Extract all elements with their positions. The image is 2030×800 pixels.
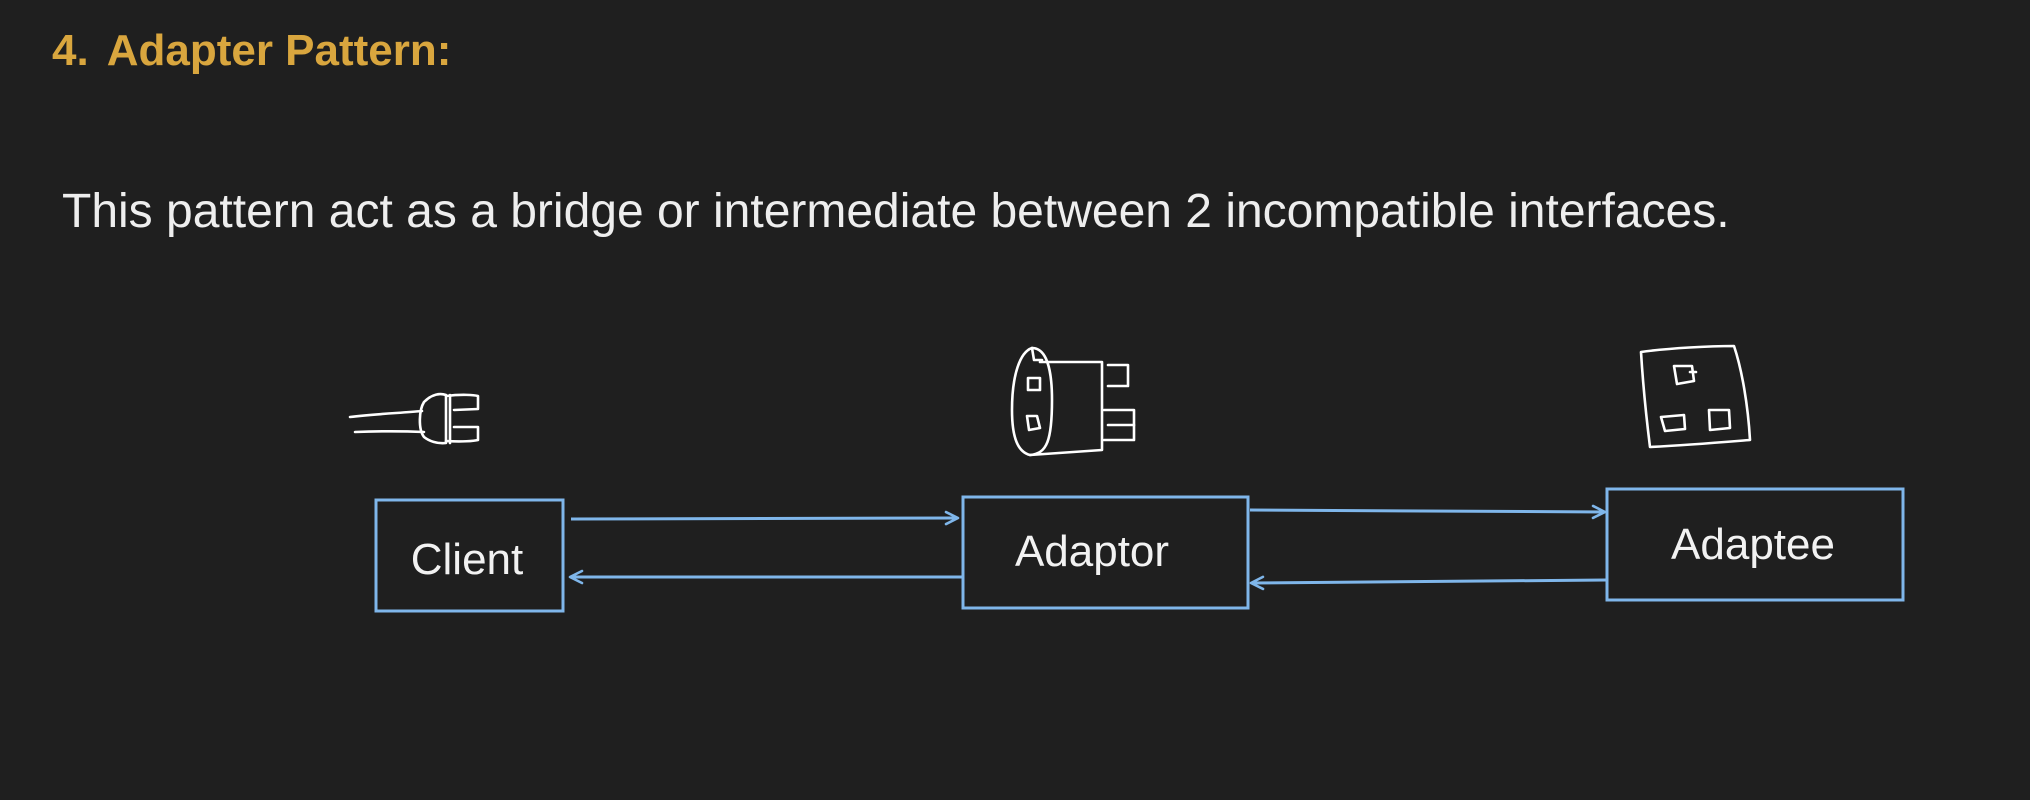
adaptor-label: Adaptor bbox=[1015, 527, 1169, 576]
wall-socket-icon bbox=[1639, 344, 1752, 449]
adaptee-label: Adaptee bbox=[1671, 520, 1835, 569]
arrow-client-to-adaptor bbox=[570, 510, 960, 526]
travel-adapter-icon bbox=[1010, 346, 1136, 457]
adapter-diagram: Client Adaptor Adaptee bbox=[348, 344, 1905, 613]
arrow-adaptee-to-adaptor bbox=[1249, 575, 1607, 591]
client-label: Client bbox=[411, 535, 524, 584]
arrow-adaptor-to-adaptee bbox=[1249, 504, 1607, 520]
plug-icon bbox=[348, 392, 480, 445]
